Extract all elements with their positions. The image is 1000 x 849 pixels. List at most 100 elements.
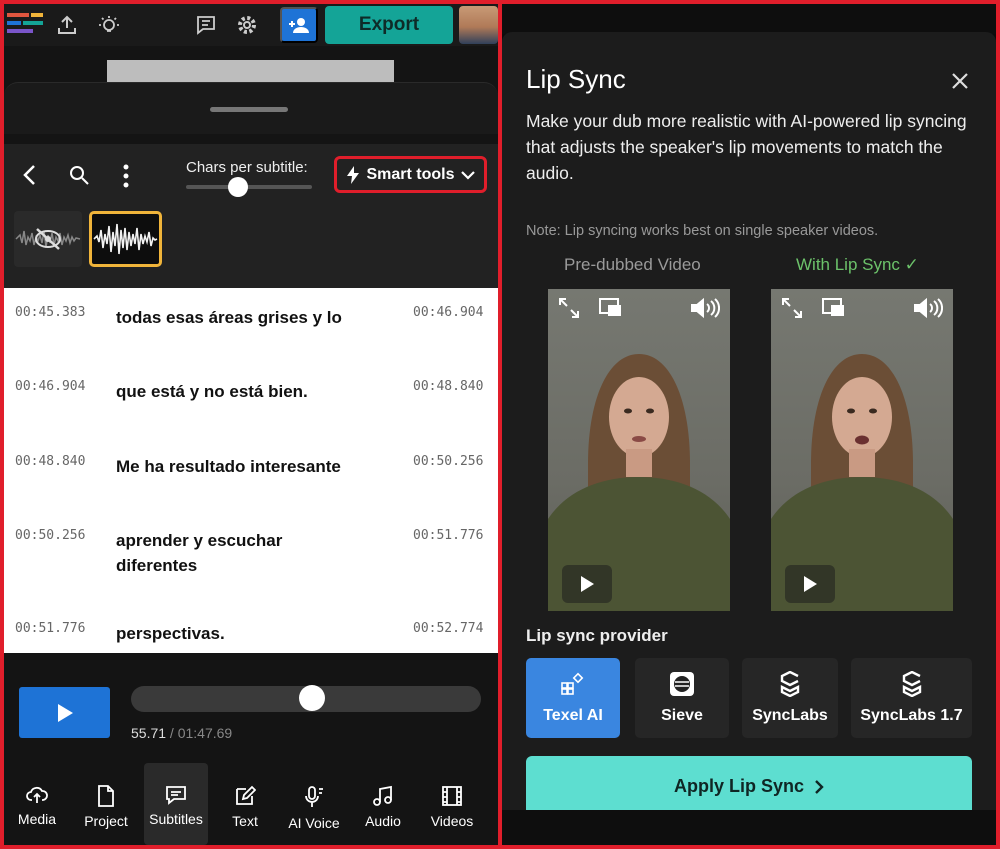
provider-sieve[interactable]: Sieve xyxy=(635,658,729,738)
end-timestamp[interactable]: 00:52.774 xyxy=(413,621,483,636)
smart-tools-label: Smart tools xyxy=(366,166,454,184)
nav-ai-voice-label: AI Voice xyxy=(288,815,339,831)
export-button[interactable]: Export xyxy=(325,6,453,44)
audio-track-selected[interactable] xyxy=(89,211,162,267)
chevron-down-icon xyxy=(461,170,475,180)
play-icon xyxy=(579,575,595,593)
start-timestamp[interactable]: 00:48.840 xyxy=(15,454,85,469)
nav-audio-label: Audio xyxy=(365,813,401,829)
provider-sieve-label: Sieve xyxy=(661,707,703,725)
chars-slider-knob[interactable] xyxy=(228,177,248,197)
nav-subtitles[interactable]: Subtitles xyxy=(144,763,208,845)
subtitle-text[interactable]: perspectivas. xyxy=(116,621,396,646)
nav-subtitles-label: Subtitles xyxy=(149,811,203,827)
volume-icon[interactable] xyxy=(690,297,720,324)
search-icon[interactable] xyxy=(68,164,90,191)
dialog-description: Make your dub more realistic with AI-pow… xyxy=(526,108,974,186)
nav-media[interactable]: Media xyxy=(9,763,65,845)
nav-audio[interactable]: Audio xyxy=(356,763,410,845)
app-logo-icon[interactable] xyxy=(6,10,44,40)
audio-track-hidden[interactable] xyxy=(14,211,82,267)
pre-dubbed-video[interactable] xyxy=(548,289,730,611)
fullscreen-icon[interactable] xyxy=(558,297,580,324)
provider-synclabs-label: SyncLabs xyxy=(752,707,828,725)
document-icon xyxy=(97,785,115,807)
provider-label: Lip sync provider xyxy=(526,626,668,646)
back-chevron-icon[interactable] xyxy=(22,164,38,191)
timecode: 55.71 / 01:47.69 xyxy=(131,725,232,741)
lightbulb-icon[interactable] xyxy=(94,10,124,40)
chevron-right-icon xyxy=(814,780,824,794)
play-icon xyxy=(56,703,74,723)
apply-lip-sync-button[interactable]: Apply Lip Sync xyxy=(526,756,972,817)
nav-text[interactable]: Text xyxy=(218,763,272,845)
provider-synclabs[interactable]: SyncLabs xyxy=(742,658,838,738)
nav-text-label: Text xyxy=(232,813,258,829)
gear-icon[interactable] xyxy=(232,10,262,40)
drag-handle[interactable] xyxy=(210,107,288,112)
subtitle-text[interactable]: todas esas áreas grises y lo xyxy=(116,305,396,330)
comment-icon[interactable] xyxy=(191,10,221,40)
texel-logo-icon xyxy=(560,671,586,697)
nav-project[interactable]: Project xyxy=(76,763,136,845)
sieve-logo-icon xyxy=(669,671,695,697)
lip-synced-video[interactable] xyxy=(771,289,953,611)
play-icon xyxy=(802,575,818,593)
end-timestamp[interactable]: 00:46.904 xyxy=(413,305,483,320)
end-timestamp[interactable]: 00:50.256 xyxy=(413,454,483,469)
top-bar: Export xyxy=(4,4,498,46)
add-user-icon xyxy=(288,16,310,34)
upload-cloud-icon xyxy=(26,785,48,805)
provider-texel-label: Texel AI xyxy=(543,707,603,725)
play-button[interactable] xyxy=(19,687,110,738)
picture-in-picture-icon[interactable] xyxy=(598,297,622,322)
video-play-button[interactable] xyxy=(785,565,835,603)
nav-media-label: Media xyxy=(18,811,56,827)
pre-dubbed-label: Pre-dubbed Video xyxy=(564,255,701,275)
dialog-title: Lip Sync xyxy=(526,64,626,95)
start-timestamp[interactable]: 00:46.904 xyxy=(15,379,85,394)
microphone-icon xyxy=(303,785,325,809)
add-user-button[interactable] xyxy=(280,7,318,43)
volume-icon[interactable] xyxy=(913,297,943,324)
apply-lip-sync-label: Apply Lip Sync xyxy=(674,776,804,797)
provider-synclabs-1-7[interactable]: SyncLabs 1.7 xyxy=(851,658,972,738)
upload-icon[interactable] xyxy=(52,10,82,40)
nav-videos-label: Videos xyxy=(431,813,474,829)
bottom-sheet-header xyxy=(4,82,498,134)
picture-in-picture-icon[interactable] xyxy=(821,297,845,322)
provider-synclabs-1-7-label: SyncLabs 1.7 xyxy=(860,707,962,725)
chars-per-subtitle-label: Chars per subtitle: xyxy=(186,159,308,176)
end-timestamp[interactable]: 00:48.840 xyxy=(413,379,483,394)
subtitle-text[interactable]: que está y no está bien. xyxy=(116,379,396,404)
more-options-icon[interactable] xyxy=(122,163,130,194)
subtitle-text[interactable]: aprender y escuchar diferentes xyxy=(116,528,316,578)
lip-sync-dialog: Lip Sync Make your dub more realistic wi… xyxy=(502,32,996,810)
scrubber-knob[interactable] xyxy=(299,685,325,711)
subtitle-list: 00:45.383 todas esas áreas grises y lo 0… xyxy=(4,288,498,653)
chars-slider-track[interactable] xyxy=(186,185,312,189)
synclabs-logo-icon xyxy=(900,671,924,697)
close-icon[interactable] xyxy=(948,69,972,93)
video-play-button[interactable] xyxy=(562,565,612,603)
subtitle-editor-panel: Export Chars per subtitle: Smart tools xyxy=(4,4,498,845)
current-time: 55.71 xyxy=(131,725,166,741)
provider-texel-ai[interactable]: Texel AI xyxy=(526,658,620,738)
nav-ai-voice[interactable]: AI Voice xyxy=(282,763,346,845)
start-timestamp[interactable]: 00:51.776 xyxy=(15,621,85,636)
dimmed-bottom-nav xyxy=(502,810,996,845)
lip-sync-panel: Lip Sync Make your dub more realistic wi… xyxy=(502,4,996,845)
start-timestamp[interactable]: 00:45.383 xyxy=(15,305,85,320)
time-separator: / xyxy=(166,725,178,741)
video-preview xyxy=(107,60,394,82)
start-timestamp[interactable]: 00:50.256 xyxy=(15,528,85,543)
lightning-icon xyxy=(346,166,360,184)
subtitle-text[interactable]: Me ha resultado interesante xyxy=(116,454,396,479)
bottom-nav: Media Project Subtitles Text AI Voice Au… xyxy=(4,763,498,845)
end-timestamp[interactable]: 00:51.776 xyxy=(413,528,483,543)
avatar[interactable] xyxy=(459,6,498,44)
film-icon xyxy=(441,785,463,807)
nav-videos[interactable]: Videos xyxy=(424,763,480,845)
fullscreen-icon[interactable] xyxy=(781,297,803,324)
smart-tools-button[interactable]: Smart tools xyxy=(334,156,487,193)
